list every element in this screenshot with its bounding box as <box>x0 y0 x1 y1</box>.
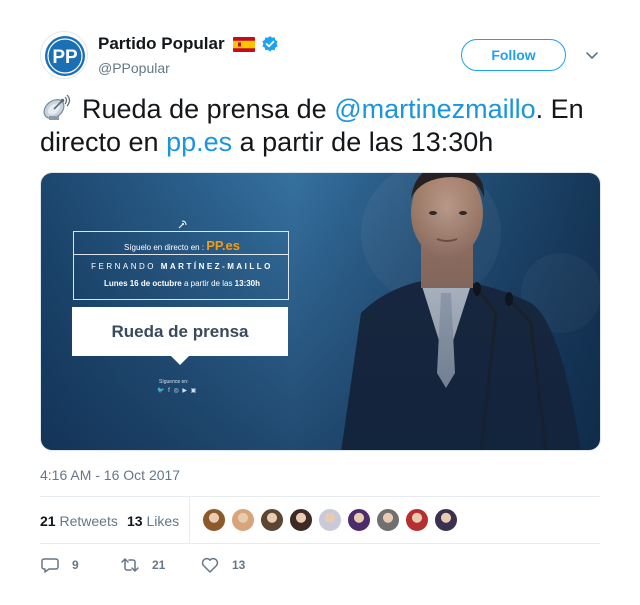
liker-avatar[interactable] <box>405 508 429 532</box>
avatar[interactable]: PP <box>40 31 88 79</box>
liker-avatar[interactable] <box>347 508 371 532</box>
verified-badge-icon <box>261 35 279 53</box>
heart-icon <box>201 557 219 573</box>
stream-info-box: Síguelo en directo en : PP.es FERNANDO M… <box>73 231 289 300</box>
follow-us-label: Síguenos en: <box>159 379 189 385</box>
reply-icon <box>41 558 59 573</box>
retweet-count: 21 <box>152 558 166 572</box>
tweet: PP Partido Popular @PPopular Follow Rued… <box>0 0 640 605</box>
liker-avatar[interactable] <box>434 508 458 532</box>
name-row: Partido Popular <box>98 34 279 54</box>
liker-avatar[interactable] <box>202 508 226 532</box>
tweet-timestamp[interactable]: 4:16 AM - 16 Oct 2017 <box>40 467 180 483</box>
liker-avatar[interactable] <box>318 508 342 532</box>
tweet-media-image[interactable]: Síguelo en directo en : PP.es FERNANDO M… <box>40 172 601 451</box>
social-icons: 🐦 f ◎ ▶ ▣ <box>157 388 198 394</box>
press-conference-card: Rueda de prensa <box>72 307 288 356</box>
pp-logo-icon: PP <box>45 36 85 76</box>
tweet-header: PP Partido Popular @PPopular Follow <box>40 31 605 79</box>
tweet-actions: 9 21 13 <box>40 555 440 575</box>
liker-avatar[interactable] <box>260 508 284 532</box>
liker-avatar[interactable] <box>289 508 313 532</box>
stream-line-1: Síguelo en directo en : PP.es <box>123 238 241 253</box>
mention-link[interactable]: @martinezmaillo <box>334 94 535 124</box>
liker-avatar[interactable] <box>376 508 400 532</box>
tweet-text: Rueda de prensa de @martinezmaillo. En d… <box>40 92 610 159</box>
website-link[interactable]: pp.es <box>166 127 232 157</box>
like-count: 13 <box>232 558 246 572</box>
tweet-stats: 21 Retweets 13 Likes <box>40 496 600 544</box>
card-pointer <box>171 356 189 365</box>
liker-avatar[interactable] <box>231 508 255 532</box>
stream-date: Lunes 16 de octubre a partir de las 13:3… <box>103 279 261 288</box>
chevron-down-icon[interactable] <box>584 47 600 63</box>
user-handle[interactable]: @PPopular <box>98 60 170 76</box>
spain-flag-icon <box>232 36 255 52</box>
reply-count: 9 <box>72 558 79 572</box>
tweet-text-part-1: Rueda de prensa de <box>82 94 335 124</box>
satellite-antenna-icon <box>40 92 74 122</box>
retweet-icon <box>121 558 139 572</box>
likes-stat[interactable]: 13 Likes <box>127 513 179 529</box>
speaker-name: FERNANDO MARTÍNEZ-MAILLO <box>91 262 273 271</box>
reply-button[interactable]: 9 <box>40 555 79 575</box>
tweet-text-part-3: a partir de las 13:30h <box>232 127 494 157</box>
satellite-antenna-icon <box>178 220 187 229</box>
display-name[interactable]: Partido Popular <box>98 34 225 54</box>
retweets-stat[interactable]: 21 Retweets <box>40 513 118 529</box>
follow-button[interactable]: Follow <box>461 39 566 71</box>
svg-text:PP: PP <box>52 47 78 68</box>
divider <box>74 254 288 255</box>
like-button[interactable]: 13 <box>200 555 245 575</box>
retweet-button[interactable]: 21 <box>120 555 165 575</box>
divider <box>189 497 190 543</box>
likers-avatars <box>202 508 463 532</box>
